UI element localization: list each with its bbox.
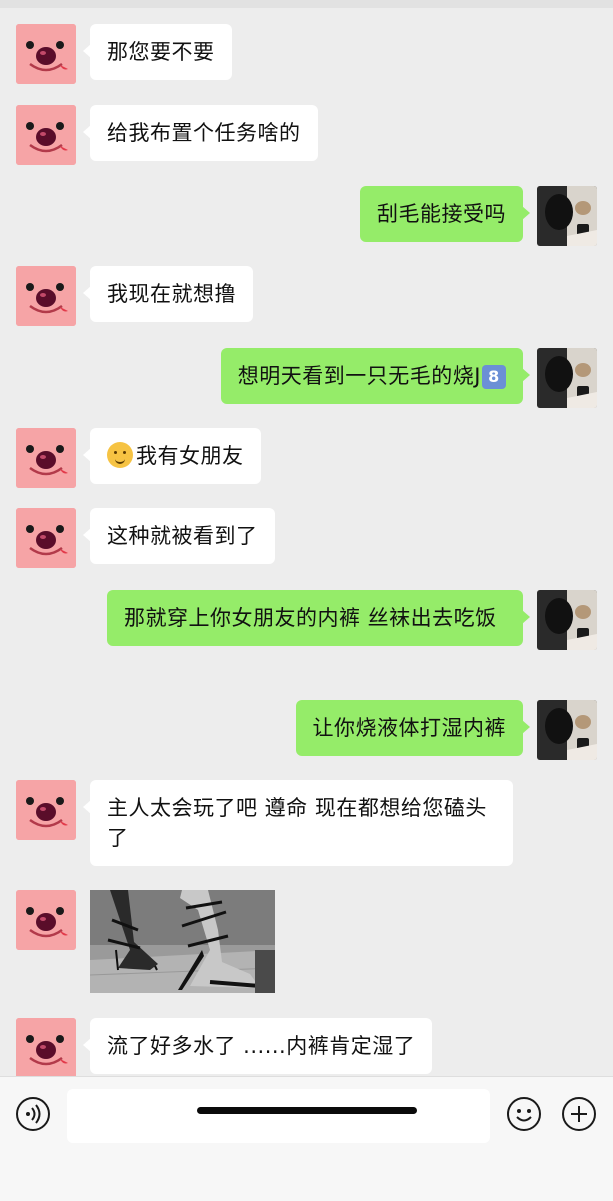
message-text: 给我布置个任务啥的 [107,121,301,145]
smiley-face-icon[interactable] [507,1097,541,1131]
contact-avatar[interactable] [16,780,76,840]
smiling-face-emoji [107,442,133,468]
my-avatar[interactable] [537,186,597,246]
contact-avatar[interactable] [16,890,76,950]
message-text: 那您要不要 [107,40,215,64]
outgoing-message-bubble[interactable]: 让你烧液体打湿内裤 [295,700,530,756]
contact-avatar[interactable] [16,508,76,568]
incoming-message-bubble[interactable]: 主人太会玩了吧 遵命 现在都想给您磕头了 [83,780,513,866]
voice-wave-icon[interactable] [16,1097,50,1131]
message-text: 这种就被看到了 [107,524,258,548]
message-text: 让你烧液体打湿内裤 [312,716,506,740]
message-text: 想明天看到一只无毛的烧J [237,364,481,388]
chat-message-list[interactable]: 那您要不要 给我布置个任务啥的 刮毛能接受吗 我现在就想撸 想明天看到一只无毛的… [0,8,613,1076]
incoming-message-bubble[interactable]: 我有女朋友 [83,428,261,484]
contact-avatar[interactable] [16,266,76,326]
incoming-message-bubble[interactable]: 给我布置个任务啥的 [83,105,318,161]
message-text: 刮毛能接受吗 [377,202,506,226]
my-avatar[interactable] [537,590,597,650]
contact-avatar[interactable] [16,105,76,165]
outgoing-message-bubble[interactable]: 那就穿上你女朋友的内裤 丝袜出去吃饭 [107,590,530,646]
contact-avatar[interactable] [16,428,76,488]
message-text: 主人太会玩了吧 遵命 现在都想给您磕头了 [107,796,487,850]
message-text: 那就穿上你女朋友的内裤 丝袜出去吃饭 [124,606,497,630]
message-text: 我现在就想撸 [107,282,236,306]
outgoing-message-bubble[interactable]: 想明天看到一只无毛的烧J 8 [220,348,531,404]
contact-avatar[interactable] [16,24,76,84]
message-text: 我有女朋友 [136,444,244,468]
message-text: 流了好多水了 ......内裤肯定湿了 [107,1034,416,1058]
contact-avatar[interactable] [16,1018,76,1076]
incoming-message-bubble[interactable]: 流了好多水了 ......内裤肯定湿了 [82,1018,433,1074]
keycap-digit-emoji: 8 [482,365,506,389]
chat-input-bar [0,1076,613,1201]
home-indicator[interactable] [197,1107,417,1114]
plus-circle-icon[interactable] [562,1097,596,1131]
image-message-high-heel-sandals[interactable] [90,890,275,993]
my-avatar[interactable] [537,348,597,408]
top-edge [0,0,613,8]
my-avatar[interactable] [537,700,597,760]
incoming-message-bubble[interactable]: 那您要不要 [83,24,232,80]
message-input[interactable] [67,1089,490,1143]
outgoing-message-bubble[interactable]: 刮毛能接受吗 [360,186,530,242]
incoming-message-bubble[interactable]: 我现在就想撸 [83,266,253,322]
incoming-message-bubble[interactable]: 这种就被看到了 [83,508,275,564]
